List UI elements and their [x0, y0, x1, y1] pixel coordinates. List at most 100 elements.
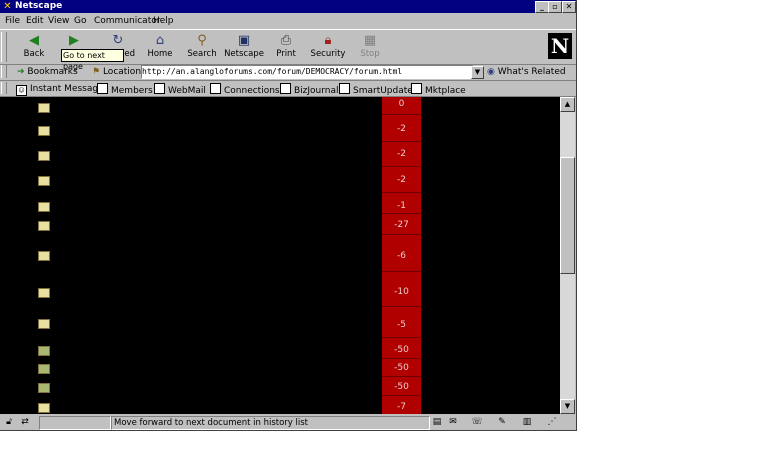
bookmarks-label: Bookmarks: [27, 67, 78, 77]
folder-icon[interactable]: [38, 151, 50, 161]
netscape-app-icon[interactable]: ✕: [2, 1, 13, 12]
row-value: -2: [397, 175, 406, 185]
discussions-icon[interactable]: ☏: [470, 417, 484, 428]
personal-grip[interactable]: [1, 82, 7, 94]
folder-icon[interactable]: [38, 403, 50, 413]
bizjournal-link[interactable]: BizJournal: [280, 83, 339, 97]
row-value: 0: [398, 99, 405, 109]
maximize-button[interactable]: ▫: [548, 1, 562, 13]
members-link[interactable]: Members: [97, 83, 153, 97]
forward-arrow-icon: ▶: [69, 33, 79, 48]
bookmarks-button[interactable]: ➜ Bookmarks: [17, 66, 78, 78]
navigator-icon[interactable]: ▤: [430, 417, 444, 428]
url-input[interactable]: http://an.alangloforums.com/forum/DEMOCR…: [141, 65, 474, 79]
row-value: -1: [397, 201, 406, 211]
bookmark-page-icon: [97, 83, 108, 94]
address-book-icon[interactable]: ▥: [520, 417, 534, 428]
scroll-down-button[interactable]: ▼: [560, 399, 575, 414]
netscape-label: Netscape: [224, 49, 264, 59]
search-button[interactable]: ⚲ Search: [182, 32, 222, 62]
minimize-button[interactable]: _: [535, 1, 549, 13]
browser-window: ✕ Netscape _ ▫ ✕ File Edit View Go Commu…: [0, 0, 577, 431]
menu-bar: File Edit View Go Communicator Help: [0, 14, 576, 28]
menu-view[interactable]: View: [48, 15, 69, 27]
security-button[interactable]: 🔒︎ Security: [308, 32, 348, 62]
home-button[interactable]: ⌂ Home: [140, 32, 180, 62]
row-value: -2: [397, 124, 406, 134]
folder-icon[interactable]: [38, 251, 50, 261]
row-divider: [382, 306, 421, 307]
mktplace-label: Mktplace: [425, 86, 466, 96]
folder-icon[interactable]: [38, 176, 50, 186]
row-divider: [382, 271, 421, 272]
home-icon: ⌂: [155, 33, 165, 48]
stop-button[interactable]: ▦ Stop: [350, 32, 390, 62]
location-grip[interactable]: [1, 65, 7, 78]
menu-help[interactable]: Help: [153, 15, 174, 27]
print-button[interactable]: ⎙ Print: [266, 32, 306, 62]
folder-icon[interactable]: [38, 319, 50, 329]
menu-edit[interactable]: Edit: [26, 15, 43, 27]
row-value: -6: [397, 251, 406, 261]
back-arrow-icon: ◀: [29, 33, 39, 48]
row-value: -5: [397, 320, 406, 330]
folder-icon[interactable]: [38, 288, 50, 298]
composer-icon[interactable]: ✎: [495, 417, 509, 428]
netscape-button[interactable]: ▣ Netscape: [224, 32, 264, 62]
folder-icon[interactable]: [38, 103, 50, 113]
webmail-link[interactable]: WebMail: [154, 83, 206, 97]
folder-icon[interactable]: [38, 202, 50, 212]
row-value: -10: [394, 287, 409, 297]
location-label-group: ⚑ Location:: [92, 66, 144, 78]
menu-communicator[interactable]: Communicator: [94, 15, 160, 27]
security-status-icon[interactable]: 🔓︎: [2, 417, 16, 428]
toolbar-grip[interactable]: [1, 32, 7, 62]
menu-go[interactable]: Go: [74, 15, 86, 27]
mailbox-icon[interactable]: ✉: [446, 417, 460, 428]
vertical-scrollbar[interactable]: ▲ ▼: [560, 97, 575, 414]
new-posts-folder-icon[interactable]: [38, 346, 50, 356]
back-label: Back: [23, 49, 45, 59]
connections-link[interactable]: Connections: [210, 83, 280, 97]
new-posts-folder-icon[interactable]: [38, 364, 50, 374]
resize-grip-icon[interactable]: ⋰: [545, 417, 559, 428]
url-history-dropdown[interactable]: ▼: [471, 66, 484, 79]
title-bar[interactable]: ✕ Netscape _ ▫ ✕: [0, 0, 576, 13]
row-value: -50: [394, 345, 409, 355]
bookmarks-icon: ➜: [17, 67, 25, 77]
bookmark-page-icon: [280, 83, 291, 94]
back-button[interactable]: ◀ Back: [14, 32, 54, 62]
instant-message-link[interactable]: ☺ Instant Message: [16, 83, 104, 96]
close-button[interactable]: ✕: [562, 1, 576, 13]
scroll-up-button[interactable]: ▲: [560, 97, 575, 112]
instant-message-label: Instant Message: [30, 84, 104, 94]
folder-icon[interactable]: [38, 221, 50, 231]
instant-message-icon: ☺: [16, 85, 27, 96]
row-value: -27: [394, 220, 409, 230]
page-content: 0 -2 -2 -2 -1 -27 -6 -10 -5 -50 -50 -50 …: [0, 97, 560, 414]
mktplace-link[interactable]: Mktplace: [411, 83, 466, 97]
menu-file[interactable]: File: [5, 15, 20, 27]
security-lock-icon: 🔒︎: [324, 33, 332, 48]
scroll-thumb[interactable]: [560, 157, 575, 274]
folder-icon[interactable]: [38, 126, 50, 136]
online-status-icon[interactable]: ⇄: [18, 417, 32, 428]
progress-bar: [39, 416, 111, 430]
smartupdate-link[interactable]: SmartUpdate: [339, 83, 413, 97]
row-divider: [382, 192, 421, 193]
smartupdate-label: SmartUpdate: [353, 86, 413, 96]
bookmark-page-icon: [339, 83, 350, 94]
netscape-logo[interactable]: N: [548, 33, 572, 59]
whats-related-icon: ◉: [487, 67, 495, 77]
page-proxy-icon[interactable]: ⚑: [92, 67, 100, 77]
row-divider: [382, 213, 421, 214]
webmail-label: WebMail: [168, 86, 206, 96]
bookmark-page-icon: [210, 83, 221, 94]
search-icon: ⚲: [197, 33, 207, 48]
whats-related-button[interactable]: ◉ What's Related: [487, 66, 566, 78]
row-divider: [382, 141, 421, 142]
row-divider: [382, 376, 421, 377]
search-label: Search: [187, 49, 217, 59]
bookmark-page-icon: [411, 83, 422, 94]
new-posts-folder-icon[interactable]: [38, 383, 50, 393]
